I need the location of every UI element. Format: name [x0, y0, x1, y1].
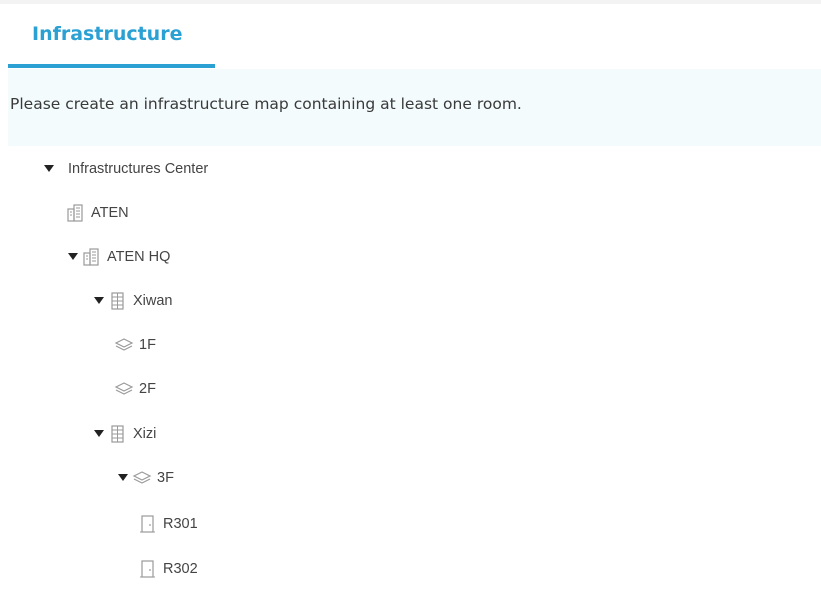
tree-node-2f[interactable]: 2F — [114, 377, 156, 401]
tree-node-label: R301 — [163, 516, 198, 532]
caret-down-icon[interactable] — [42, 162, 56, 176]
tab-infrastructure-label: Infrastructure — [32, 23, 183, 45]
tree-node-label: 2F — [139, 381, 156, 397]
tree-node-label: ATEN HQ — [107, 249, 171, 265]
tree-node-r302[interactable]: R302 — [138, 557, 198, 581]
notice-banner: Please create an infrastructure map cont… — [8, 69, 821, 146]
tree-node-label: Xiwan — [133, 293, 173, 309]
infrastructure-tree: Infrastructures Center ATEN ATEN HQ Xiwa… — [0, 146, 821, 598]
tree-node-label: Infrastructures Center — [68, 161, 209, 177]
building-icon — [108, 424, 128, 444]
buildings-icon — [66, 203, 86, 223]
caret-down-icon[interactable] — [116, 471, 130, 485]
door-icon — [138, 559, 158, 579]
tree-node-aten-hq[interactable]: ATEN HQ — [66, 245, 170, 269]
door-icon — [138, 514, 158, 534]
tree-node-label: R302 — [163, 561, 198, 577]
tree-node-label: 3F — [157, 470, 174, 486]
buildings-icon — [82, 247, 102, 267]
tree-node-aten[interactable]: ATEN — [66, 201, 129, 225]
caret-down-icon[interactable] — [92, 294, 106, 308]
tree-node-1f[interactable]: 1F — [114, 333, 156, 357]
tree-node-root[interactable]: Infrastructures Center — [42, 157, 208, 181]
tree-node-label: Xizi — [133, 426, 157, 442]
notice-text: Please create an infrastructure map cont… — [10, 95, 522, 113]
layers-icon — [132, 468, 152, 488]
infrastructure-page: Infrastructure Please create an infrastr… — [0, 0, 821, 598]
tab-infrastructure[interactable]: Infrastructure — [8, 4, 215, 68]
tree-node-3f[interactable]: 3F — [116, 466, 174, 490]
tree-node-xizi[interactable]: Xizi — [92, 422, 156, 446]
building-icon — [108, 291, 128, 311]
tree-node-label: 1F — [139, 337, 156, 353]
caret-down-icon[interactable] — [92, 427, 106, 441]
tree-node-r301[interactable]: R301 — [138, 512, 198, 536]
tree-node-xiwan[interactable]: Xiwan — [92, 289, 173, 313]
layers-icon — [114, 379, 134, 399]
tab-bar: Infrastructure — [0, 4, 821, 68]
tree-node-label: ATEN — [91, 205, 129, 221]
caret-down-icon[interactable] — [66, 250, 80, 264]
layers-icon — [114, 335, 134, 355]
